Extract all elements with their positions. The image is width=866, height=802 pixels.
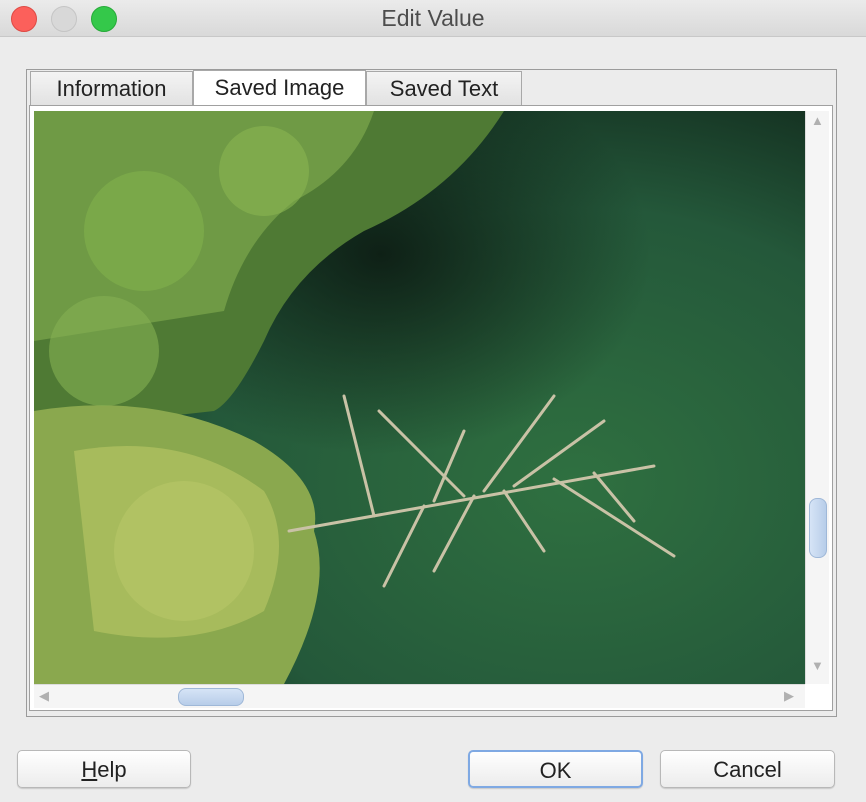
tab-saved-text[interactable]: Saved Text (366, 71, 522, 105)
scroll-down-icon[interactable]: ▼ (811, 659, 824, 673)
vertical-scrollbar[interactable]: ▲ ▼ (805, 111, 829, 684)
help-mnemonic: H (81, 757, 98, 782)
horizontal-scroll-thumb[interactable] (178, 688, 244, 706)
tab-saved-image[interactable]: Saved Image (193, 70, 366, 106)
tab-information[interactable]: Information (30, 71, 193, 105)
horizontal-scrollbar[interactable]: ◀ ▶ (34, 684, 805, 708)
cancel-button[interactable]: Cancel (660, 750, 835, 788)
window-title: Edit Value (381, 5, 485, 31)
image-viewport[interactable] (34, 111, 805, 684)
vertical-scroll-thumb[interactable] (809, 498, 827, 558)
title-bar: Edit Value (0, 0, 866, 37)
help-label-rest: elp (97, 757, 127, 782)
ok-button[interactable]: OK (468, 750, 643, 788)
saved-image (34, 111, 805, 684)
scroll-right-icon[interactable]: ▶ (784, 689, 794, 703)
scroll-up-icon[interactable]: ▲ (811, 114, 824, 128)
scroll-left-icon[interactable]: ◀ (39, 689, 49, 703)
help-button[interactable]: Help (17, 750, 191, 788)
